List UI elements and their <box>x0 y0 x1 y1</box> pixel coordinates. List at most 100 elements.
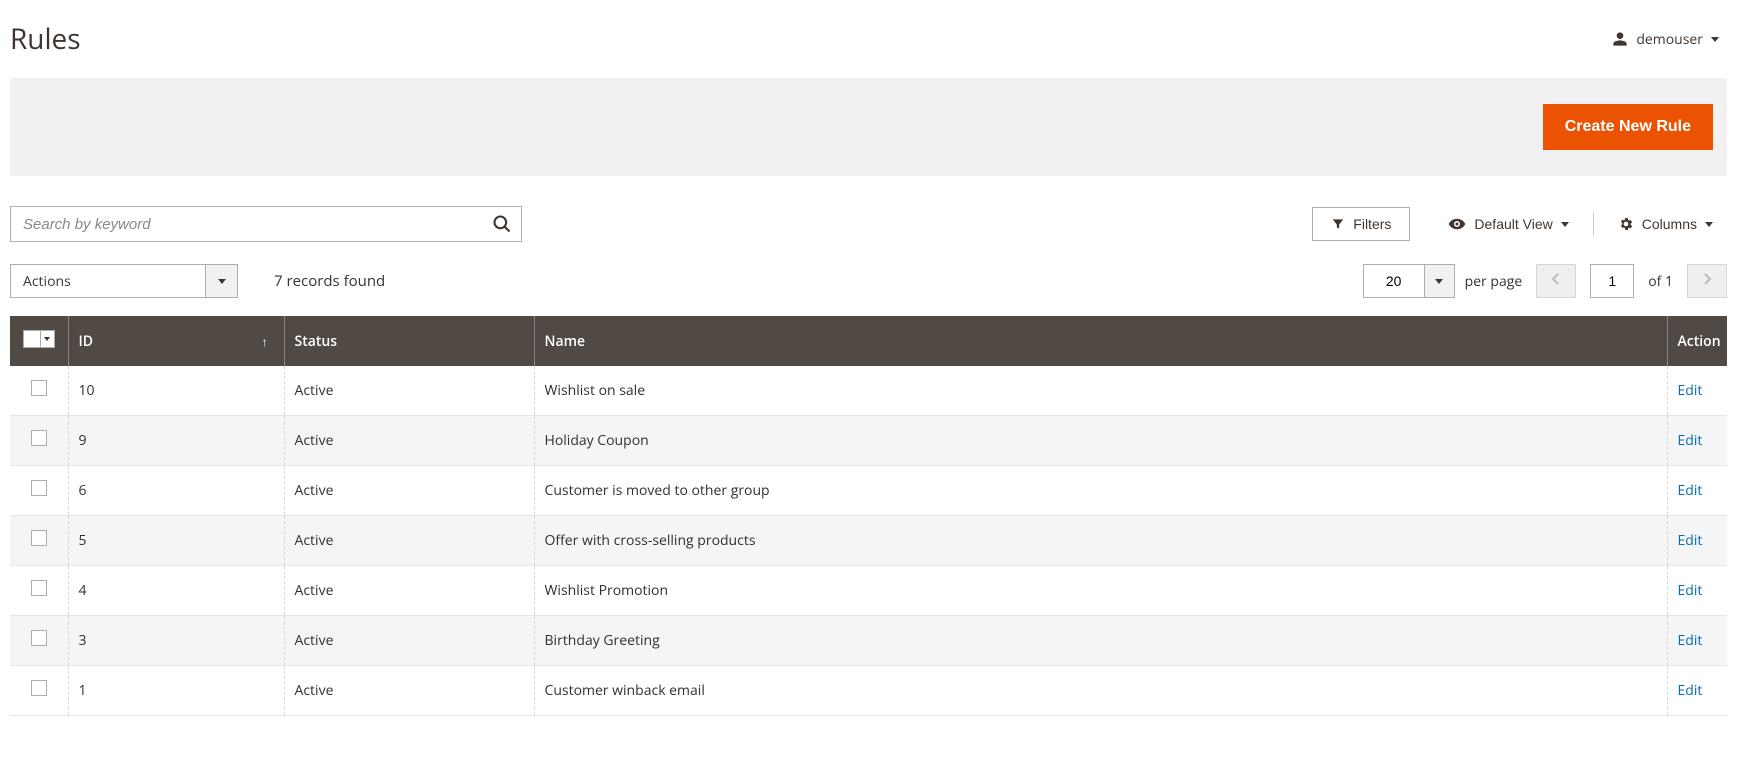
search-input[interactable] <box>10 206 522 242</box>
gear-icon <box>1618 216 1634 232</box>
row-status: Active <box>295 431 334 450</box>
edit-link[interactable]: Edit <box>1678 481 1703 500</box>
sort-asc-icon: ↑ <box>262 333 268 350</box>
row-name: Customer winback email <box>545 681 705 700</box>
pager-of-label: of 1 <box>1648 272 1673 291</box>
edit-link[interactable]: Edit <box>1678 631 1703 650</box>
row-name: Holiday Coupon <box>545 431 649 450</box>
cell-action: Edit <box>1667 666 1727 716</box>
chevron-left-icon <box>1551 272 1561 291</box>
row-name: Offer with cross-selling products <box>545 531 756 550</box>
th-status[interactable]: Status <box>284 316 534 366</box>
row-checkbox[interactable] <box>31 580 47 596</box>
actions-dropdown-label: Actions <box>11 265 205 297</box>
row-checkbox[interactable] <box>31 530 47 546</box>
row-checkbox[interactable] <box>31 380 47 396</box>
select-all-toggle[interactable] <box>40 331 54 347</box>
cell-status: Active <box>284 366 534 416</box>
row-checkbox[interactable] <box>31 430 47 446</box>
actions-dropdown[interactable]: Actions <box>10 264 238 298</box>
pager-prev-button[interactable] <box>1536 264 1576 298</box>
row-id: 1 <box>79 681 87 700</box>
cell-checkbox[interactable] <box>10 466 68 516</box>
create-new-rule-button[interactable]: Create New Rule <box>1543 104 1713 150</box>
per-page-select[interactable] <box>1363 264 1455 298</box>
table-row[interactable]: 3ActiveBirthday GreetingEdit <box>10 616 1727 666</box>
search-icon[interactable] <box>492 214 512 234</box>
per-page-value[interactable] <box>1364 265 1424 297</box>
search-wrap <box>10 206 522 242</box>
row-id: 10 <box>79 381 95 400</box>
cell-action: Edit <box>1667 416 1727 466</box>
actions-dropdown-toggle[interactable] <box>205 265 237 297</box>
cell-action: Edit <box>1667 516 1727 566</box>
caret-down-icon <box>218 279 226 284</box>
th-name-label: Name <box>545 332 586 351</box>
cell-id: 5 <box>68 516 284 566</box>
th-name[interactable]: Name <box>534 316 1667 366</box>
edit-link[interactable]: Edit <box>1678 381 1703 400</box>
row-status: Active <box>295 631 334 650</box>
cell-checkbox[interactable] <box>10 666 68 716</box>
cell-checkbox[interactable] <box>10 566 68 616</box>
cell-name: Wishlist Promotion <box>534 566 1667 616</box>
caret-down-icon <box>1561 222 1569 227</box>
table-row[interactable]: 1 Active Customer winback email Edit <box>10 666 1727 716</box>
table-row[interactable]: 4 Active Wishlist Promotion Edit <box>10 566 1727 616</box>
cell-id: 10 <box>68 366 284 416</box>
pager-next-button[interactable] <box>1687 264 1727 298</box>
pager-page-input[interactable] <box>1590 264 1634 298</box>
caret-down-icon <box>44 337 50 341</box>
row-status: Active <box>295 681 334 700</box>
cell-id: 6 <box>68 466 284 516</box>
edit-link[interactable]: Edit <box>1678 681 1703 700</box>
cell-status: Active <box>284 616 534 666</box>
edit-link[interactable]: Edit <box>1678 431 1703 450</box>
cell-checkbox[interactable] <box>10 366 68 416</box>
select-all-checkbox[interactable] <box>23 330 55 348</box>
row-id: 3 <box>79 631 87 650</box>
cell-checkbox[interactable] <box>10 516 68 566</box>
row-checkbox[interactable] <box>31 480 47 496</box>
filters-label: Filters <box>1353 216 1391 232</box>
th-id[interactable]: ID ↑ <box>68 316 284 366</box>
cell-status: Active <box>284 516 534 566</box>
table-row[interactable]: 9ActiveHoliday CouponEdit <box>10 416 1727 466</box>
table-row[interactable]: 5 Active Offer with cross-selling products… <box>10 516 1727 566</box>
eye-icon <box>1448 215 1466 233</box>
th-id-label: ID <box>79 332 94 351</box>
row-status: Active <box>295 581 334 600</box>
cell-action: Edit <box>1667 466 1727 516</box>
table-row[interactable]: 6ActiveCustomer is moved to other groupE… <box>10 466 1727 516</box>
row-status: Active <box>295 381 334 400</box>
user-menu[interactable]: demouser <box>1612 30 1727 49</box>
cell-action: Edit <box>1667 566 1727 616</box>
edit-link[interactable]: Edit <box>1678 531 1703 550</box>
cell-status: Active <box>284 666 534 716</box>
th-checkbox[interactable] <box>10 316 68 366</box>
cell-checkbox[interactable] <box>10 616 68 666</box>
cell-name: Wishlist on sale <box>534 366 1667 416</box>
per-page-toggle[interactable] <box>1424 265 1454 297</box>
th-action: Action <box>1667 316 1727 366</box>
cell-id: 3 <box>68 616 284 666</box>
filters-button[interactable]: Filters <box>1312 207 1410 241</box>
edit-link[interactable]: Edit <box>1678 581 1703 600</box>
row-id: 6 <box>79 481 87 500</box>
checkbox-icon <box>24 331 40 347</box>
row-name: Wishlist on sale <box>545 381 646 400</box>
cell-checkbox[interactable] <box>10 416 68 466</box>
rules-table: ID ↑ Status Name Action 10 Active Wishlist… <box>10 316 1727 716</box>
row-id: 4 <box>79 581 87 600</box>
per-page-label: per page <box>1465 272 1523 291</box>
caret-down-icon <box>1711 37 1719 42</box>
columns-button[interactable]: Columns <box>1604 208 1727 240</box>
cell-action: Edit <box>1667 616 1727 666</box>
default-view-button[interactable]: Default View <box>1434 207 1582 241</box>
row-checkbox[interactable] <box>31 680 47 696</box>
row-status: Active <box>295 531 334 550</box>
table-row[interactable]: 10 Active Wishlist on sale Edit <box>10 366 1727 416</box>
caret-down-icon <box>1435 279 1443 284</box>
row-checkbox[interactable] <box>31 630 47 646</box>
user-icon <box>1612 31 1628 47</box>
